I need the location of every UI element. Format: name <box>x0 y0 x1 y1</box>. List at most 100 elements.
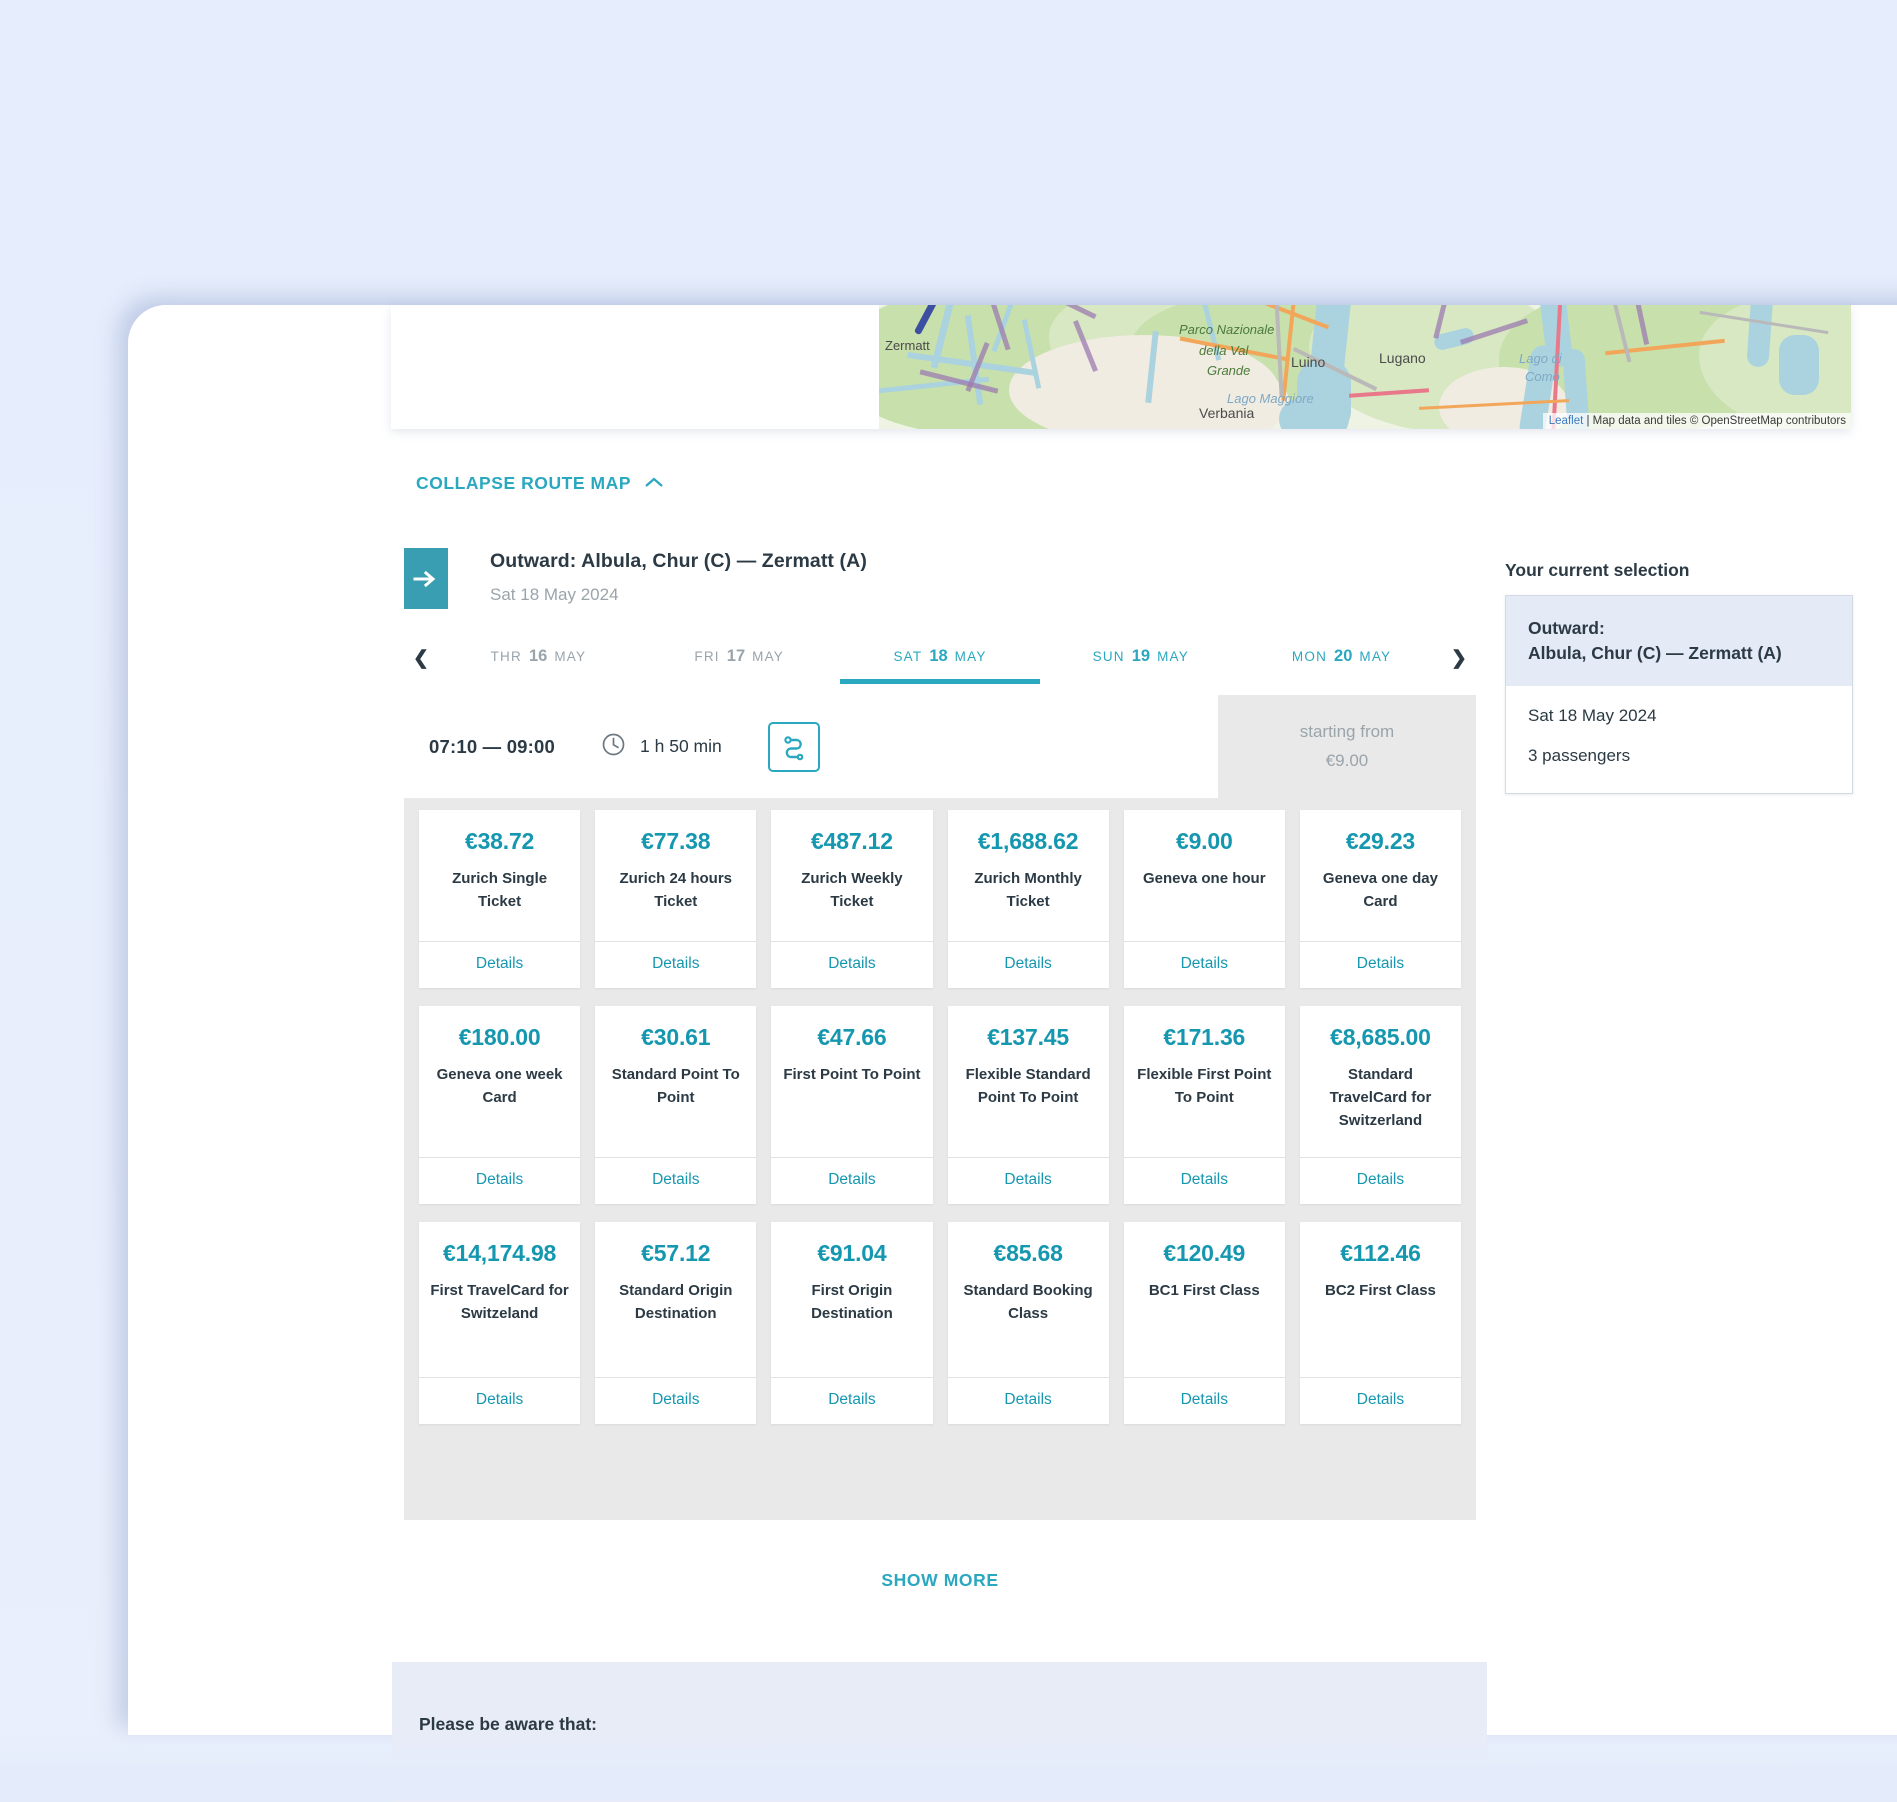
outward-route-title: Outward: Albula, Chur (C) — Zermatt (A) <box>490 550 867 572</box>
fare-card-footer: Details <box>1123 941 1285 988</box>
fare-card[interactable]: €487.12 Zurich Weekly Ticket Details <box>771 810 933 988</box>
fare-card-body: €38.72 Zurich Single Ticket <box>419 810 580 941</box>
fare-details-link[interactable]: Details <box>652 1391 699 1408</box>
fare-card-body: €137.45 Flexible Standard Point To Point <box>948 1006 1109 1157</box>
fare-card-footer: Details <box>595 1157 757 1204</box>
fare-card-footer: Details <box>595 941 757 988</box>
fare-details-link[interactable]: Details <box>1357 1391 1404 1408</box>
selection-meta: Sat 18 May 2024 3 passengers <box>1506 686 1852 793</box>
fare-card-body: €30.61 Standard Point To Point <box>595 1006 756 1157</box>
fare-card[interactable]: €1,688.62 Zurich Monthly Ticket Details <box>947 810 1109 988</box>
chevron-up-icon <box>644 475 664 492</box>
date-tab-dow: SUN <box>1092 648 1125 664</box>
fare-details-link[interactable]: Details <box>476 1171 523 1188</box>
date-tab-18-may[interactable]: SAT 18 MAY <box>839 632 1041 684</box>
fare-card[interactable]: €9.00 Geneva one hour Details <box>1123 810 1285 988</box>
journey-summary-bar[interactable]: 07:10 — 09:00 1 h 50 min starting from €… <box>404 695 1476 798</box>
fare-card[interactable]: €29.23 Geneva one day Card Details <box>1299 810 1462 988</box>
fare-details-link[interactable]: Details <box>828 955 875 972</box>
fare-details-link[interactable]: Details <box>828 1171 875 1188</box>
starting-from-label: starting from <box>1299 722 1395 741</box>
fare-details-link[interactable]: Details <box>476 955 523 972</box>
date-selector: ❮ THR 16 MAY FRI 17 MAY SAT 18 MAY SUN 19 MAY MON 20 M… <box>404 632 1476 684</box>
fare-price: €120.49 <box>1163 1240 1246 1266</box>
fare-name: BC2 First Class <box>1325 1282 1436 1299</box>
outward-header-text: Outward: Albula, Chur (C) — Zermatt (A) … <box>448 548 867 609</box>
fare-name: Zurich Weekly Ticket <box>801 870 903 910</box>
fare-card[interactable]: €38.72 Zurich Single Ticket Details <box>419 810 581 988</box>
fare-results-panel: 07:10 — 09:00 1 h 50 min starting from €… <box>404 695 1476 1520</box>
fare-price: €9.00 <box>1175 828 1233 854</box>
selection-leg-outward[interactable]: Outward: Albula, Chur (C) — Zermatt (A) <box>1506 596 1852 686</box>
journey-summary-main: 07:10 — 09:00 1 h 50 min <box>404 695 1218 798</box>
fare-card-footer: Details <box>771 1157 933 1204</box>
fare-card-footer: Details <box>1299 1377 1462 1424</box>
chevron-right-icon[interactable]: ❯ <box>1442 649 1476 668</box>
fare-name: Geneva one hour <box>1143 870 1266 887</box>
fare-details-link[interactable]: Details <box>652 955 699 972</box>
fare-price: €77.38 <box>641 828 711 854</box>
fare-name: Standard Point To Point <box>611 1066 740 1106</box>
fare-card[interactable]: €137.45 Flexible Standard Point To Point D… <box>947 1006 1109 1204</box>
fare-card[interactable]: €85.68 Standard Booking Class Details <box>947 1222 1109 1424</box>
fare-details-link[interactable]: Details <box>476 1391 523 1408</box>
fare-name: Geneva one week Card <box>436 1066 563 1106</box>
fare-card[interactable]: €57.12 Standard Origin Destination Details <box>595 1222 757 1424</box>
fare-details-link[interactable]: Details <box>1181 955 1228 972</box>
fare-card[interactable]: €120.49 BC1 First Class Details <box>1123 1222 1285 1424</box>
outward-journey-header: Outward: Albula, Chur (C) — Zermatt (A) … <box>404 548 867 609</box>
collapse-route-map-label: COLLAPSE ROUTE MAP <box>416 473 632 493</box>
fare-card-body: €91.04 First Origin Destination <box>771 1222 932 1377</box>
fare-details-link[interactable]: Details <box>1181 1171 1228 1188</box>
fare-card-body: €29.23 Geneva one day Card <box>1300 810 1461 941</box>
fare-price: €180.00 <box>458 1024 541 1050</box>
fare-price: €487.12 <box>811 828 893 854</box>
show-more-button[interactable]: SHOW MORE <box>881 1570 998 1591</box>
fare-card-body: €57.12 Standard Origin Destination <box>595 1222 756 1377</box>
date-tab-month: MAY <box>1359 648 1392 664</box>
leaflet-link[interactable]: Leaflet <box>1549 415 1584 427</box>
fare-card[interactable]: €47.66 First Point To Point Details <box>771 1006 933 1204</box>
fare-card-footer: Details <box>947 941 1109 988</box>
fare-card[interactable]: €8,685.00 Standard TravelCard for Switzer… <box>1299 1006 1462 1204</box>
fare-card[interactable]: €180.00 Geneva one week Card Details <box>419 1006 581 1204</box>
chevron-left-icon[interactable]: ❮ <box>404 649 438 668</box>
notice-panel: Please be aware that: <box>392 1662 1487 1802</box>
journey-starting-price: starting from €9.00 <box>1218 695 1476 798</box>
fare-price: €47.66 <box>817 1024 887 1050</box>
fare-details-link[interactable]: Details <box>1357 955 1404 972</box>
fare-card[interactable]: €30.61 Standard Point To Point Details <box>595 1006 757 1204</box>
selection-direction: Outward: <box>1528 618 1605 638</box>
fare-name: Zurich Monthly Ticket <box>974 870 1082 910</box>
journey-duration: 1 h 50 min <box>640 736 722 756</box>
fare-details-link[interactable]: Details <box>1181 1391 1228 1408</box>
date-tab-dow: MON <box>1291 648 1328 664</box>
route-map-canvas[interactable]: Zermatt Parco Nazionale della Val Grande Lui… <box>879 305 1851 429</box>
fare-price: €8,685.00 <box>1330 1024 1431 1050</box>
fare-card[interactable]: €14,174.98 First TravelCard for Switzelan… <box>419 1222 581 1424</box>
fare-details-link[interactable]: Details <box>1004 1391 1051 1408</box>
fare-card[interactable]: €112.46 BC2 First Class Details <box>1299 1222 1462 1424</box>
fare-card-grid: €38.72 Zurich Single Ticket Details €77.38 Z… <box>404 798 1476 1450</box>
date-tab-day: 19 <box>1131 646 1151 665</box>
fare-details-link[interactable]: Details <box>1357 1171 1404 1188</box>
route-transfer-icon[interactable] <box>767 721 820 772</box>
clock-icon <box>601 732 626 762</box>
date-tab-20-may[interactable]: MON 20 MAY <box>1241 632 1442 684</box>
fare-details-link[interactable]: Details <box>1004 955 1051 972</box>
fare-card[interactable]: €91.04 First Origin Destination Details <box>771 1222 933 1424</box>
date-tab-month: MAY <box>1157 648 1189 664</box>
fare-details-link[interactable]: Details <box>1004 1171 1051 1188</box>
fare-card[interactable]: €171.36 Flexible First Point To Point Deta… <box>1123 1006 1285 1204</box>
date-tab-list: THR 16 MAY FRI 17 MAY SAT 18 MAY SUN 19 MAY MON 20 MAY <box>438 632 1442 684</box>
fare-details-link[interactable]: Details <box>652 1171 699 1188</box>
fare-price: €57.12 <box>641 1240 711 1266</box>
collapse-route-map-button[interactable]: COLLAPSE ROUTE MAP <box>416 473 664 494</box>
fare-details-link[interactable]: Details <box>828 1391 875 1408</box>
date-tab-19-may[interactable]: SUN 19 MAY <box>1040 632 1241 684</box>
fare-name: First TravelCard for Switzeland <box>430 1282 569 1322</box>
selection-date: Sat 18 May 2024 <box>1528 705 1657 725</box>
date-tab-17-may: FRI 17 MAY <box>639 632 840 684</box>
fare-card[interactable]: €77.38 Zurich 24 hours Ticket Details <box>595 810 757 988</box>
fare-card-footer: Details <box>771 1377 933 1424</box>
